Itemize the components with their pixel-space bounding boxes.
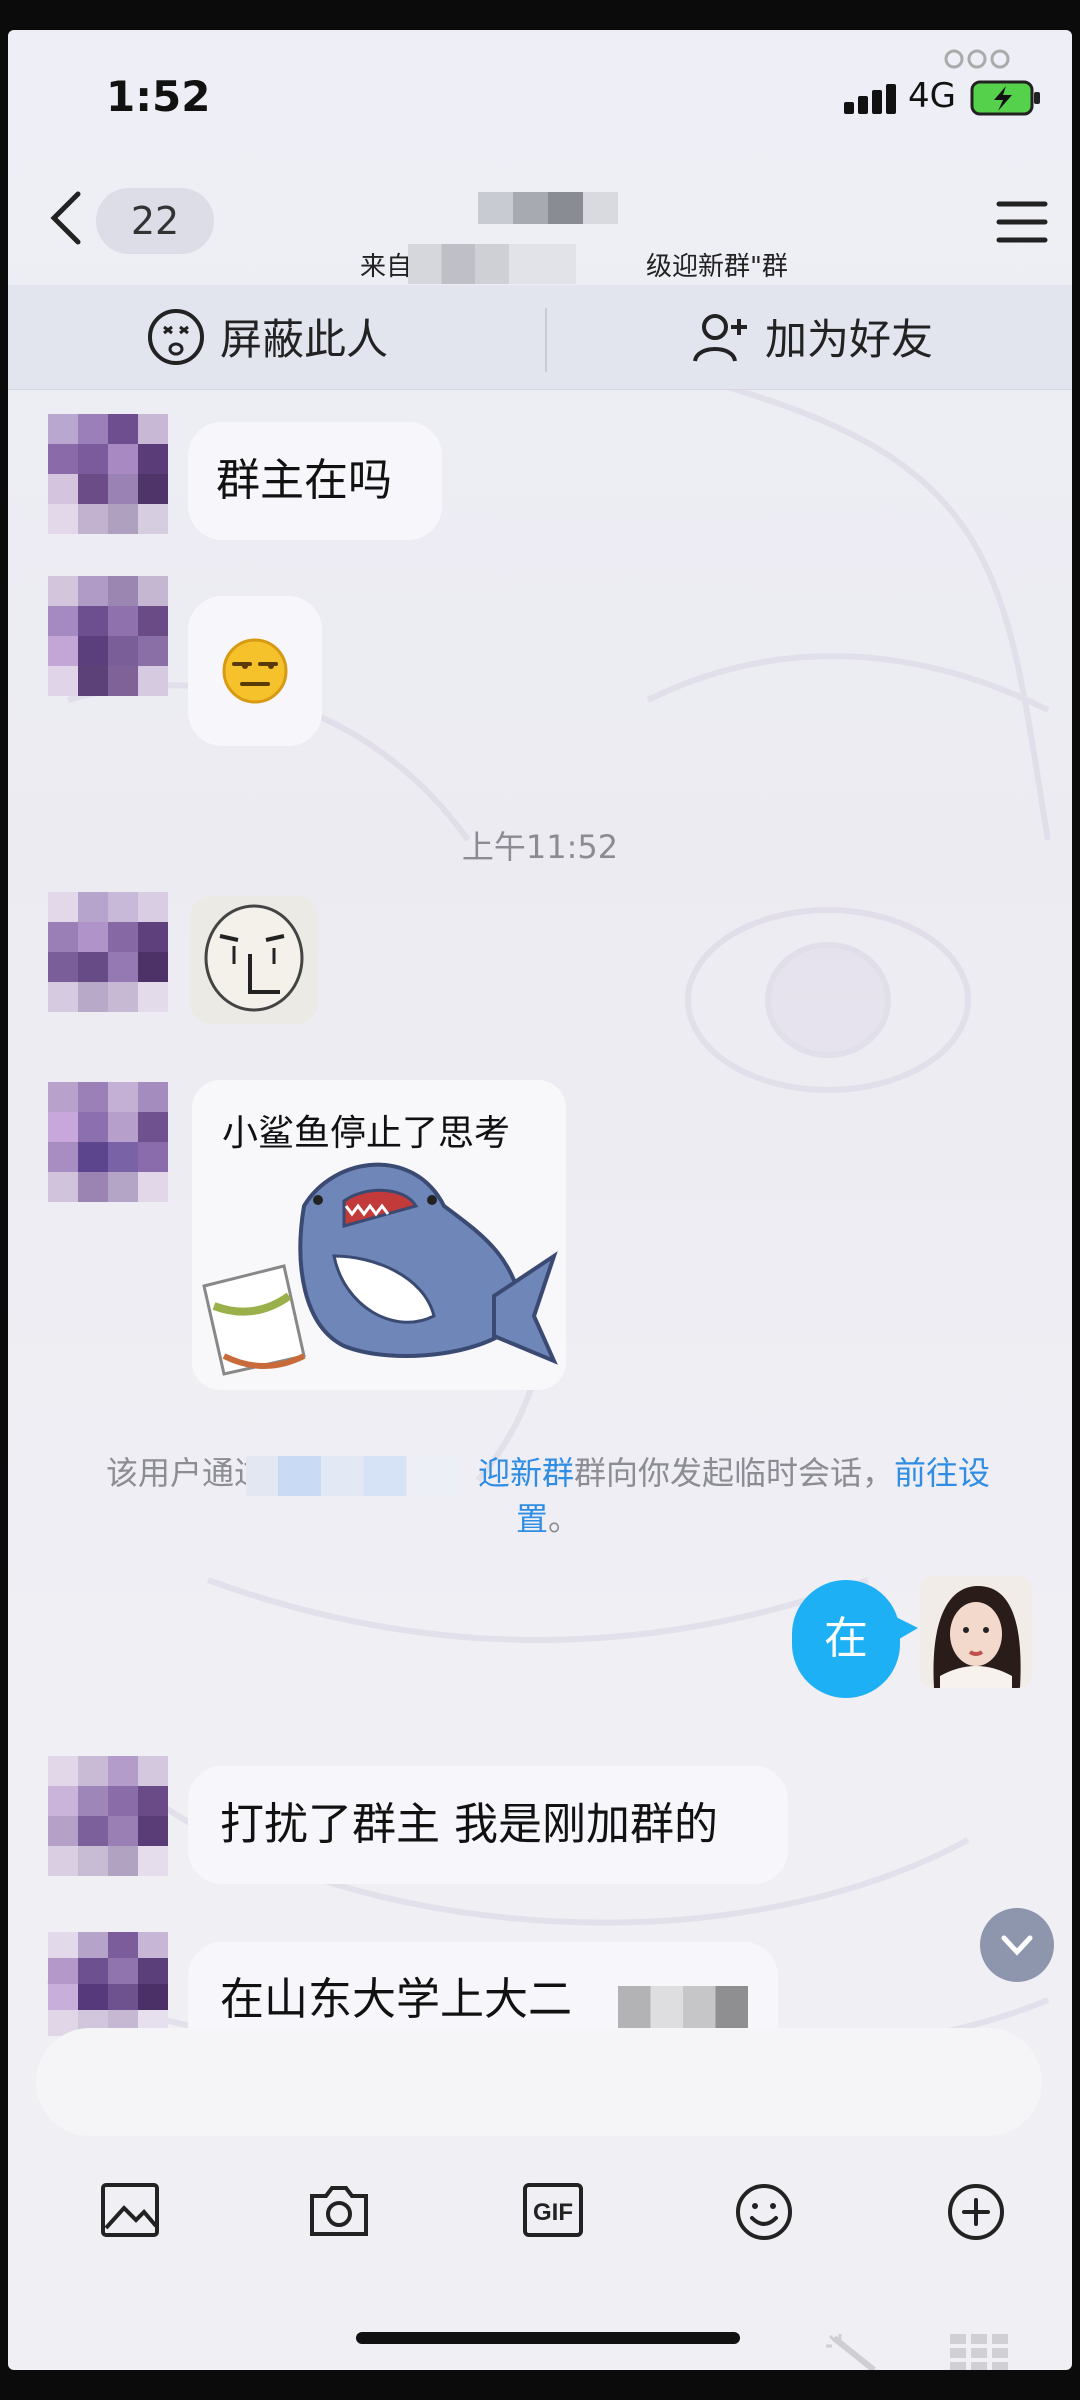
emoji-icon[interactable] — [734, 2182, 794, 2242]
status-time: 1:52 — [106, 72, 211, 121]
blurred-group-name — [246, 1456, 460, 1496]
signal-icon — [844, 84, 896, 114]
image-icon[interactable] — [100, 2182, 160, 2238]
meme-face-sticker-icon — [204, 904, 304, 1012]
menu-icon[interactable] — [996, 200, 1048, 244]
temporary-session-notice: 该用户通过 迎新群群向你发起临时会话，前往设置。 — [78, 1450, 1018, 1542]
shark-sticker-icon — [202, 1162, 558, 1376]
message-text: 在山东大学上大二 — [220, 1974, 572, 2025]
sticker-message[interactable]: 小鲨鱼停止了思考 — [192, 1080, 566, 1390]
chat-screen: 1:52 4G 22 来自" 级迎新群"群 屏蔽此人 加为好友 群主在吗 上午1… — [8, 30, 1072, 2370]
add-person-icon — [693, 313, 747, 362]
notice-group-link[interactable]: 迎新群 — [478, 1454, 574, 1492]
home-indicator[interactable] — [356, 2332, 740, 2344]
back-chevron-icon[interactable] — [48, 190, 84, 246]
avatar[interactable] — [48, 1932, 168, 2036]
gif-icon[interactable]: GIF — [522, 2182, 584, 2238]
blurred-contact-name — [478, 192, 618, 224]
action-divider — [545, 308, 547, 372]
message-bubble[interactable]: 打扰了群主 我是刚加群的 — [188, 1766, 788, 1884]
add-friend-button[interactable]: 加为好友 — [691, 306, 933, 367]
subtitle-end: 级迎新群"群 — [645, 252, 788, 282]
notice-mid: 群向你发起临时会话， — [574, 1454, 895, 1492]
block-user-label: 屏蔽此人 — [220, 315, 389, 364]
unread-count-badge[interactable]: 22 — [96, 188, 214, 254]
emoji-message-bubble[interactable] — [188, 596, 322, 746]
portrait-avatar-icon — [920, 1576, 1032, 1688]
my-avatar[interactable] — [920, 1576, 1032, 1688]
block-user-button[interactable]: 屏蔽此人 — [146, 306, 388, 367]
network-type: 4G — [908, 76, 956, 116]
blurred-group-name — [408, 244, 576, 284]
magic-wand-icon[interactable] — [824, 2334, 886, 2370]
message-input[interactable] — [36, 2028, 1042, 2136]
plus-icon[interactable] — [946, 2182, 1006, 2242]
avatar[interactable] — [48, 892, 168, 1012]
bubble-tail — [894, 1616, 918, 1642]
avatar[interactable] — [48, 1756, 168, 1876]
sent-message-bubble[interactable]: 在 — [792, 1580, 900, 1698]
sticker-message[interactable] — [190, 896, 318, 1024]
avatar[interactable] — [48, 576, 168, 696]
message-timestamp: 上午11:52 — [461, 828, 619, 866]
more-dots-icon — [944, 49, 1010, 69]
message-bubble[interactable]: 群主在吗 — [188, 422, 442, 540]
message-text: 打扰了群主 我是刚加群的 — [220, 1799, 718, 1850]
smirk-emoji-icon — [222, 638, 288, 704]
scroll-to-bottom-button[interactable] — [980, 1908, 1054, 1982]
block-face-icon — [148, 308, 204, 365]
keypad-icon[interactable] — [950, 2334, 1010, 2370]
camera-icon[interactable] — [308, 2182, 370, 2238]
notice-prefix: 该用户通过 — [105, 1454, 266, 1492]
chevron-down-icon — [1001, 1935, 1033, 1956]
add-friend-label: 加为好友 — [765, 315, 934, 364]
message-text: 群主在吗 — [216, 455, 392, 506]
battery-icon — [970, 80, 1040, 116]
svg-text:GIF: GIF — [533, 2199, 573, 2226]
notice-end: 。 — [548, 1500, 581, 1538]
avatar[interactable] — [48, 1082, 168, 1202]
avatar[interactable] — [48, 414, 168, 534]
